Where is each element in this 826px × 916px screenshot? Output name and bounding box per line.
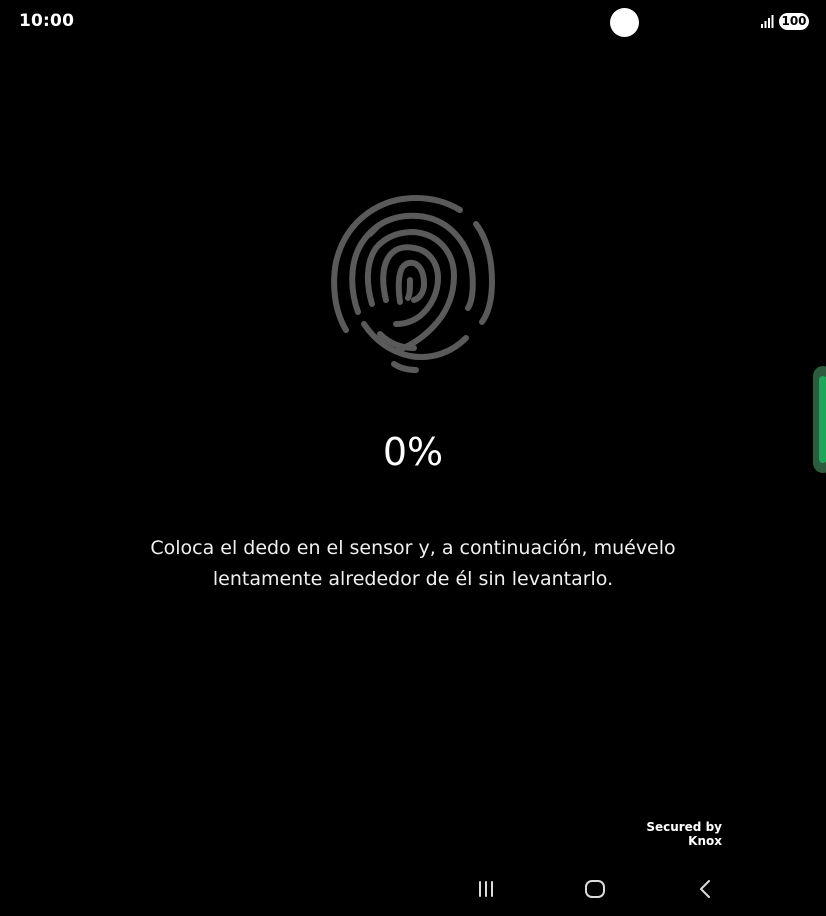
edge-panel-handle-bar [819, 376, 826, 463]
recents-icon [479, 881, 493, 897]
secured-by-line1: Secured by [646, 820, 722, 834]
progress-percent: 0% [382, 430, 444, 474]
secured-by-line2: Knox [688, 834, 722, 848]
signal-bars-icon [761, 15, 774, 28]
fingerprint-icon [331, 194, 496, 373]
home-icon [585, 880, 605, 898]
edge-panel-handle[interactable] [813, 366, 826, 473]
recents-button[interactable] [471, 876, 501, 902]
status-time: 10:00 [19, 11, 75, 31]
instruction-text: Coloca el dedo en el sensor y, a continu… [150, 537, 676, 590]
status-bar: 10:00 100 [0, 0, 826, 44]
back-button[interactable] [690, 876, 720, 902]
secured-by-knox: Secured by Knox [646, 820, 722, 848]
home-button[interactable] [580, 876, 610, 902]
battery-badge: 100 [779, 13, 809, 30]
camera-cutout [610, 8, 639, 37]
navigation-bar [0, 868, 826, 912]
back-icon [700, 880, 710, 898]
